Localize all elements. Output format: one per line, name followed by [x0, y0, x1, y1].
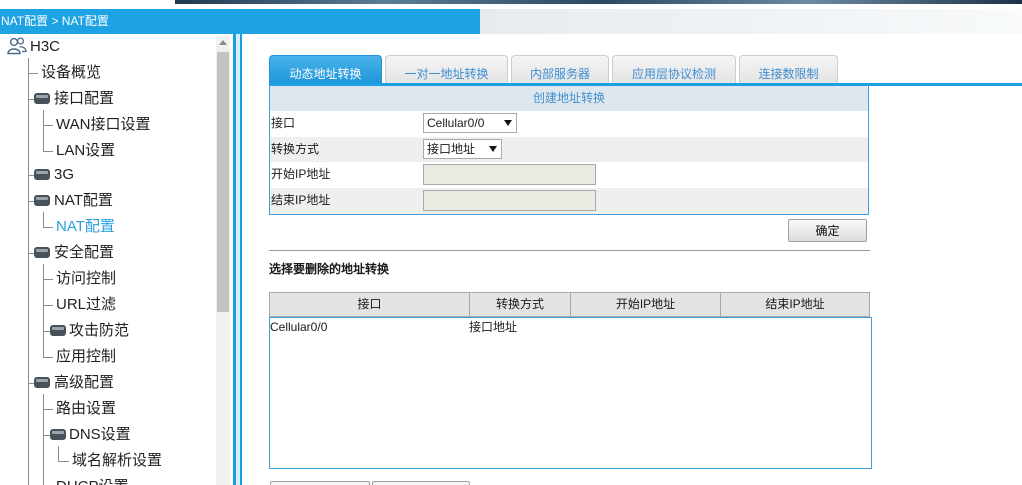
table-cell-mode: 接口地址	[469, 320, 518, 334]
tree-line	[28, 58, 29, 485]
start-ip-label: 开始IP地址	[271, 167, 331, 181]
tab-dynamic-nat[interactable]: 动态地址转换	[269, 55, 382, 84]
sidebar-item-dhcp[interactable]: DHCP设置	[56, 477, 129, 485]
nat-table-body: Cellular0/0 接口地址	[269, 317, 872, 469]
tab-internal-server[interactable]: 内部服务器	[511, 55, 609, 84]
folder-icon[interactable]	[34, 93, 50, 104]
sidebar-item-interface-config[interactable]: 接口配置	[54, 89, 114, 109]
tab-alg-detection[interactable]: 应用层协议检测	[612, 55, 736, 84]
form-row-end-ip: 结束IP地址	[270, 188, 868, 214]
sidebar-item-domain-resolution[interactable]: 域名解析设置	[72, 451, 162, 471]
tree-line	[43, 279, 53, 280]
tree-line	[58, 461, 69, 462]
form-row-mode: 转换方式 接口地址	[270, 137, 868, 162]
end-ip-input[interactable]	[423, 190, 596, 211]
chevron-down-icon	[489, 146, 497, 152]
start-ip-input[interactable]	[423, 164, 596, 185]
mode-label: 转换方式	[271, 142, 320, 156]
sidebar-item-routing[interactable]: 路由设置	[56, 399, 116, 419]
sidebar-item-3g[interactable]: 3G	[54, 165, 74, 185]
tree-line	[43, 331, 50, 332]
tree-line	[43, 394, 44, 485]
sidebar-tree: H3C 设备概览 接口配置 WAN接口设置 LAN设置 3G NAT配置 NAT…	[0, 34, 232, 485]
tab-connection-limit[interactable]: 连接数限制	[739, 55, 838, 84]
interface-label: 接口	[271, 116, 296, 130]
action-button[interactable]	[372, 481, 470, 485]
sidebar-item-access-control[interactable]: 访问控制	[56, 269, 116, 289]
users-icon	[7, 37, 27, 55]
delete-section-title: 选择要删除的地址转换	[269, 262, 390, 276]
tree-line	[43, 125, 53, 126]
end-ip-label: 结束IP地址	[271, 193, 331, 207]
confirm-button[interactable]: 确定	[788, 219, 867, 242]
folder-icon[interactable]	[50, 325, 66, 336]
interface-select-value: Cellular0/0	[427, 116, 485, 130]
sidebar-item-device-overview[interactable]: 设备概览	[41, 63, 101, 83]
mode-select[interactable]: 接口地址	[423, 139, 502, 159]
tree-line	[43, 409, 53, 410]
tree-line	[43, 305, 53, 306]
column-header-interface: 接口	[270, 293, 470, 316]
sidebar-scrollbar[interactable]	[216, 36, 230, 485]
column-header-end-ip: 结束IP地址	[765, 297, 825, 311]
column-header-mode: 转换方式	[470, 293, 571, 316]
sidebar-item-nat-config[interactable]: NAT配置	[56, 217, 115, 237]
scrollbar-thumb[interactable]	[217, 52, 229, 312]
folder-icon[interactable]	[50, 429, 66, 440]
folder-icon[interactable]	[34, 377, 50, 388]
interface-select[interactable]: Cellular0/0	[423, 113, 517, 133]
tree-line	[43, 357, 53, 358]
chevron-down-icon	[504, 120, 512, 126]
frame-divider[interactable]	[233, 34, 242, 485]
form-row-interface: 接口 Cellular0/0	[270, 111, 868, 137]
form-title: 创建地址转换	[270, 86, 868, 111]
sidebar-item-attack-defense[interactable]: 攻击防范	[69, 321, 129, 341]
tree-line	[43, 435, 50, 436]
tree-line	[43, 212, 44, 227]
folder-icon[interactable]	[34, 247, 50, 258]
main-content: 动态地址转换 一对一地址转换 内部服务器 应用层协议检测 连接数限制 创建地址转…	[243, 34, 1022, 485]
sidebar-item-security-config[interactable]: 安全配置	[54, 243, 114, 263]
nat-table-header: 接口 转换方式 开始IP地址 结束IP地址	[269, 292, 870, 317]
tree-line	[28, 73, 38, 74]
sidebar-item-lan-settings[interactable]: LAN设置	[56, 141, 115, 161]
header-bar	[480, 9, 1022, 34]
section-divider	[269, 250, 870, 251]
scroll-up-arrow-icon[interactable]	[219, 40, 227, 45]
tree-line	[43, 151, 53, 152]
folder-icon[interactable]	[34, 195, 50, 206]
tab-one-to-one-nat[interactable]: 一对一地址转换	[385, 55, 508, 84]
banner-image-strip	[175, 0, 1022, 4]
form-row-start-ip: 开始IP地址	[270, 162, 868, 188]
table-cell-interface: Cellular0/0	[270, 320, 328, 334]
breadcrumb: NAT配置 > NAT配置	[0, 9, 480, 34]
tree-root-h3c[interactable]: H3C	[30, 37, 60, 57]
sidebar-item-wan-settings[interactable]: WAN接口设置	[56, 115, 150, 135]
sidebar-item-nat-folder[interactable]: NAT配置	[54, 191, 113, 211]
column-header-start-ip: 开始IP地址	[571, 293, 721, 316]
tree-line	[58, 446, 59, 461]
table-row[interactable]: Cellular0/0 接口地址	[270, 318, 871, 336]
tree-line	[43, 110, 44, 151]
sidebar-item-dns-settings[interactable]: DNS设置	[69, 425, 131, 445]
mode-select-value: 接口地址	[427, 142, 476, 156]
sidebar-item-advanced-config[interactable]: 高级配置	[54, 373, 114, 393]
sidebar-item-url-filter[interactable]: URL过滤	[56, 295, 116, 315]
sidebar-item-app-control[interactable]: 应用控制	[56, 347, 116, 367]
tree-line	[43, 264, 44, 357]
create-nat-form: 创建地址转换 接口 Cellular0/0 转换方式 接口地址 开始IP地址 结…	[269, 86, 869, 215]
action-button[interactable]	[270, 481, 370, 485]
tree-line	[43, 227, 53, 228]
folder-icon[interactable]	[34, 169, 50, 180]
